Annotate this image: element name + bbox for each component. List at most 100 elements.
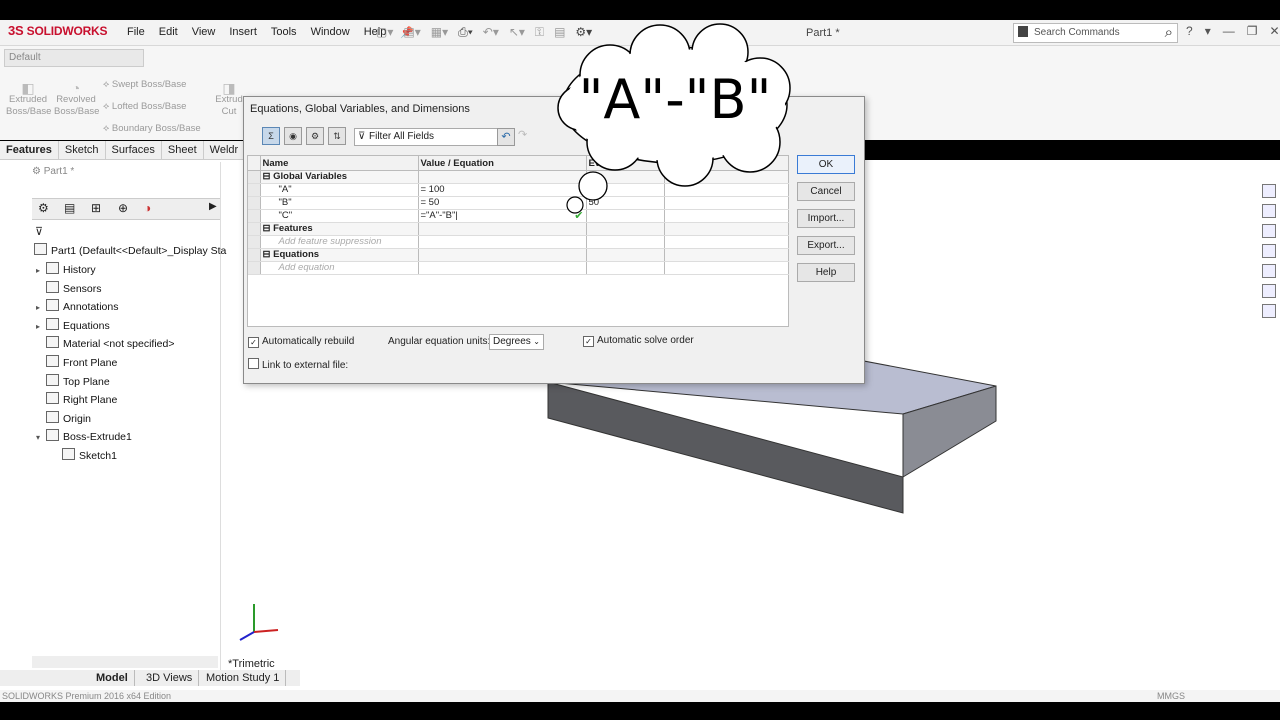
ordered-view-icon[interactable]: ⇅ xyxy=(328,127,346,145)
dimension-view-icon[interactable]: ⚙ xyxy=(306,127,324,145)
export-button[interactable]: Export... xyxy=(797,236,855,255)
link-external-checkbox[interactable]: Link to external file: xyxy=(248,358,348,371)
command-manager-tabs: FeaturesSketchSurfacesSheet MetalWeldr xyxy=(0,141,246,174)
dialog-redo-icon[interactable]: ↷ xyxy=(518,128,527,141)
filter-funnel-icon: ⊽ xyxy=(358,131,366,142)
auto-rebuild-checkbox[interactable]: ✓ Automatically rebuild xyxy=(248,336,354,348)
close-icon[interactable]: ✕ xyxy=(1269,24,1279,38)
tree-item-boss-extrude1[interactable]: ▾ Boss-Extrude1 xyxy=(36,429,132,443)
dialog-undo-icon[interactable]: ↶ xyxy=(497,128,515,146)
search-commands[interactable]: Search Commands ⌕ xyxy=(1013,23,1178,43)
swept-boss-button[interactable]: ⟡ Swept Boss/Base xyxy=(103,79,186,90)
tree-item-history[interactable]: ▸ History xyxy=(36,262,96,276)
filter-field[interactable]: ⊽ Filter All Fields xyxy=(354,128,502,146)
tab-sheet-metal[interactable]: Sheet Metal xyxy=(162,141,204,174)
equation-view-icon[interactable]: Σ xyxy=(262,127,280,145)
expand-arrow-icon[interactable]: ▸ xyxy=(36,303,46,312)
features-group[interactable]: ⊟ Features xyxy=(260,222,419,236)
menu-tools[interactable]: Tools xyxy=(264,26,304,39)
tree-root[interactable]: Part1 (Default<<Default>_Display Sta xyxy=(34,243,226,257)
tab-sketch[interactable]: Sketch xyxy=(59,141,106,159)
tab-model[interactable]: Model xyxy=(90,670,135,686)
auto-solve-checkbox[interactable]: ✓ Automatic solve order xyxy=(583,335,694,347)
expand-arrow-icon[interactable]: ▾ xyxy=(36,433,46,442)
tree-item-top[interactable]: Top Plane xyxy=(36,373,110,388)
tree-item-front[interactable]: Front Plane xyxy=(36,355,117,369)
tab-motion-study-1[interactable]: Motion Study 1 xyxy=(200,670,287,686)
search-icon[interactable]: ⌕ xyxy=(1165,24,1173,41)
checkbox-checked-icon: ✓ xyxy=(583,336,594,347)
cancel-button[interactable]: Cancel xyxy=(797,182,855,201)
expand-arrow-icon[interactable]: ▶ xyxy=(209,201,217,212)
pin-icon[interactable]: ▾ xyxy=(1205,24,1211,38)
part-tab[interactable]: ⚙ Part1 * xyxy=(32,166,74,177)
tab-features[interactable]: Features xyxy=(0,141,59,159)
tree-item-sensors[interactable]: Sensors xyxy=(36,280,102,295)
global-variables-group[interactable]: ⊟ Global Variables xyxy=(260,170,419,184)
select-icon[interactable]: ↖▾ xyxy=(509,25,525,40)
config-manager-icon[interactable]: ⊞ xyxy=(91,201,101,215)
filter-icon[interactable]: ⊽ xyxy=(35,225,43,238)
minimize-icon[interactable]: — xyxy=(1223,24,1235,38)
menu-view[interactable]: View xyxy=(185,26,223,39)
extruded-boss-button[interactable]: ◧ Extruded Boss/Base xyxy=(6,81,51,118)
triad-icon xyxy=(239,604,279,641)
help-button[interactable]: Help xyxy=(797,263,855,282)
open-icon[interactable]: ▤▾ xyxy=(403,25,420,40)
tab-surfaces[interactable]: Surfaces xyxy=(106,141,162,159)
search-mode-icon[interactable] xyxy=(1018,26,1028,37)
unit-system[interactable]: MMGS xyxy=(1157,691,1185,701)
tab-weldr[interactable]: Weldr xyxy=(204,141,246,159)
boundary-boss-button[interactable]: ⟡ Boundary Boss/Base xyxy=(103,123,201,134)
home-icon[interactable] xyxy=(1262,184,1276,198)
tree-item-equations[interactable]: ▸ Equations xyxy=(36,317,110,332)
forum-icon[interactable] xyxy=(1262,304,1276,318)
variable-name[interactable]: "B" xyxy=(260,196,419,210)
feature-manager-icon[interactable]: ⚙ xyxy=(38,201,49,215)
ok-button[interactable]: OK xyxy=(797,155,855,174)
configuration-select[interactable]: Default xyxy=(4,49,144,67)
menu-insert[interactable]: Insert xyxy=(222,26,264,39)
new-icon[interactable]: ▢▾ xyxy=(376,25,393,40)
resources-icon[interactable] xyxy=(1262,204,1276,218)
equations-group[interactable]: ⊟ Equations xyxy=(260,248,419,262)
lofted-boss-button[interactable]: ⟡ Lofted Boss/Base xyxy=(103,101,186,112)
import-button[interactable]: Import... xyxy=(797,209,855,228)
rebuild-icon[interactable]: ⚿ xyxy=(535,25,544,40)
table-row[interactable]: "C" ="A"-"B"| ✔ xyxy=(248,209,789,223)
revolved-boss-button[interactable]: ◔ Revolved Boss/Base xyxy=(54,81,99,118)
variable-name[interactable]: "A" xyxy=(260,183,419,197)
tree-item-sketch1[interactable]: Sketch1 xyxy=(52,448,117,462)
print-icon[interactable]: ⎙▾ xyxy=(458,25,473,40)
extruded-cut-button[interactable]: ◨ Extrud Cut xyxy=(214,81,244,118)
undo-icon[interactable]: ↶▾ xyxy=(483,25,499,40)
tree-item-right[interactable]: Right Plane xyxy=(36,392,117,406)
save-icon[interactable]: ▦▾ xyxy=(431,25,448,40)
appearances-icon[interactable] xyxy=(1262,264,1276,278)
menu-window[interactable]: Window xyxy=(304,26,357,39)
file-explorer-icon[interactable] xyxy=(1262,244,1276,258)
expand-arrow-icon[interactable]: ▸ xyxy=(36,322,46,331)
help-icon[interactable]: ? xyxy=(1186,24,1193,38)
horizontal-scrollbar[interactable] xyxy=(32,656,218,668)
property-manager-icon[interactable]: ▤ xyxy=(64,201,75,215)
menu-edit[interactable]: Edit xyxy=(152,26,185,39)
table-row[interactable]: "B" = 50 50 xyxy=(248,196,789,210)
dimxpert-icon[interactable]: ⊕ xyxy=(118,201,128,215)
restore-icon[interactable]: ❐ xyxy=(1247,24,1258,38)
tree-item-material[interactable]: Material <not specified> xyxy=(36,336,174,350)
menu-file[interactable]: File xyxy=(120,26,152,39)
expand-arrow-icon[interactable]: ▸ xyxy=(36,266,46,275)
design-library-icon[interactable] xyxy=(1262,224,1276,238)
tree-item-origin[interactable]: Origin xyxy=(36,410,91,425)
tree-item-annotations[interactable]: ▸ Annotations xyxy=(36,299,118,313)
variable-name[interactable]: "C" xyxy=(260,209,419,223)
custom-props-icon[interactable] xyxy=(1262,284,1276,298)
angular-units-select[interactable]: Degrees ⌄ xyxy=(489,334,544,350)
sketch-equation-view-icon[interactable]: ◉ xyxy=(284,127,302,145)
add-equation[interactable]: Add equation xyxy=(260,261,419,275)
solidworks-logo[interactable]: 3S SOLIDWORKS xyxy=(8,23,108,38)
display-manager-icon[interactable]: ◑ xyxy=(144,201,151,215)
tab-3d-views[interactable]: 3D Views xyxy=(140,670,200,686)
add-feature-suppression[interactable]: Add feature suppression xyxy=(260,235,419,249)
